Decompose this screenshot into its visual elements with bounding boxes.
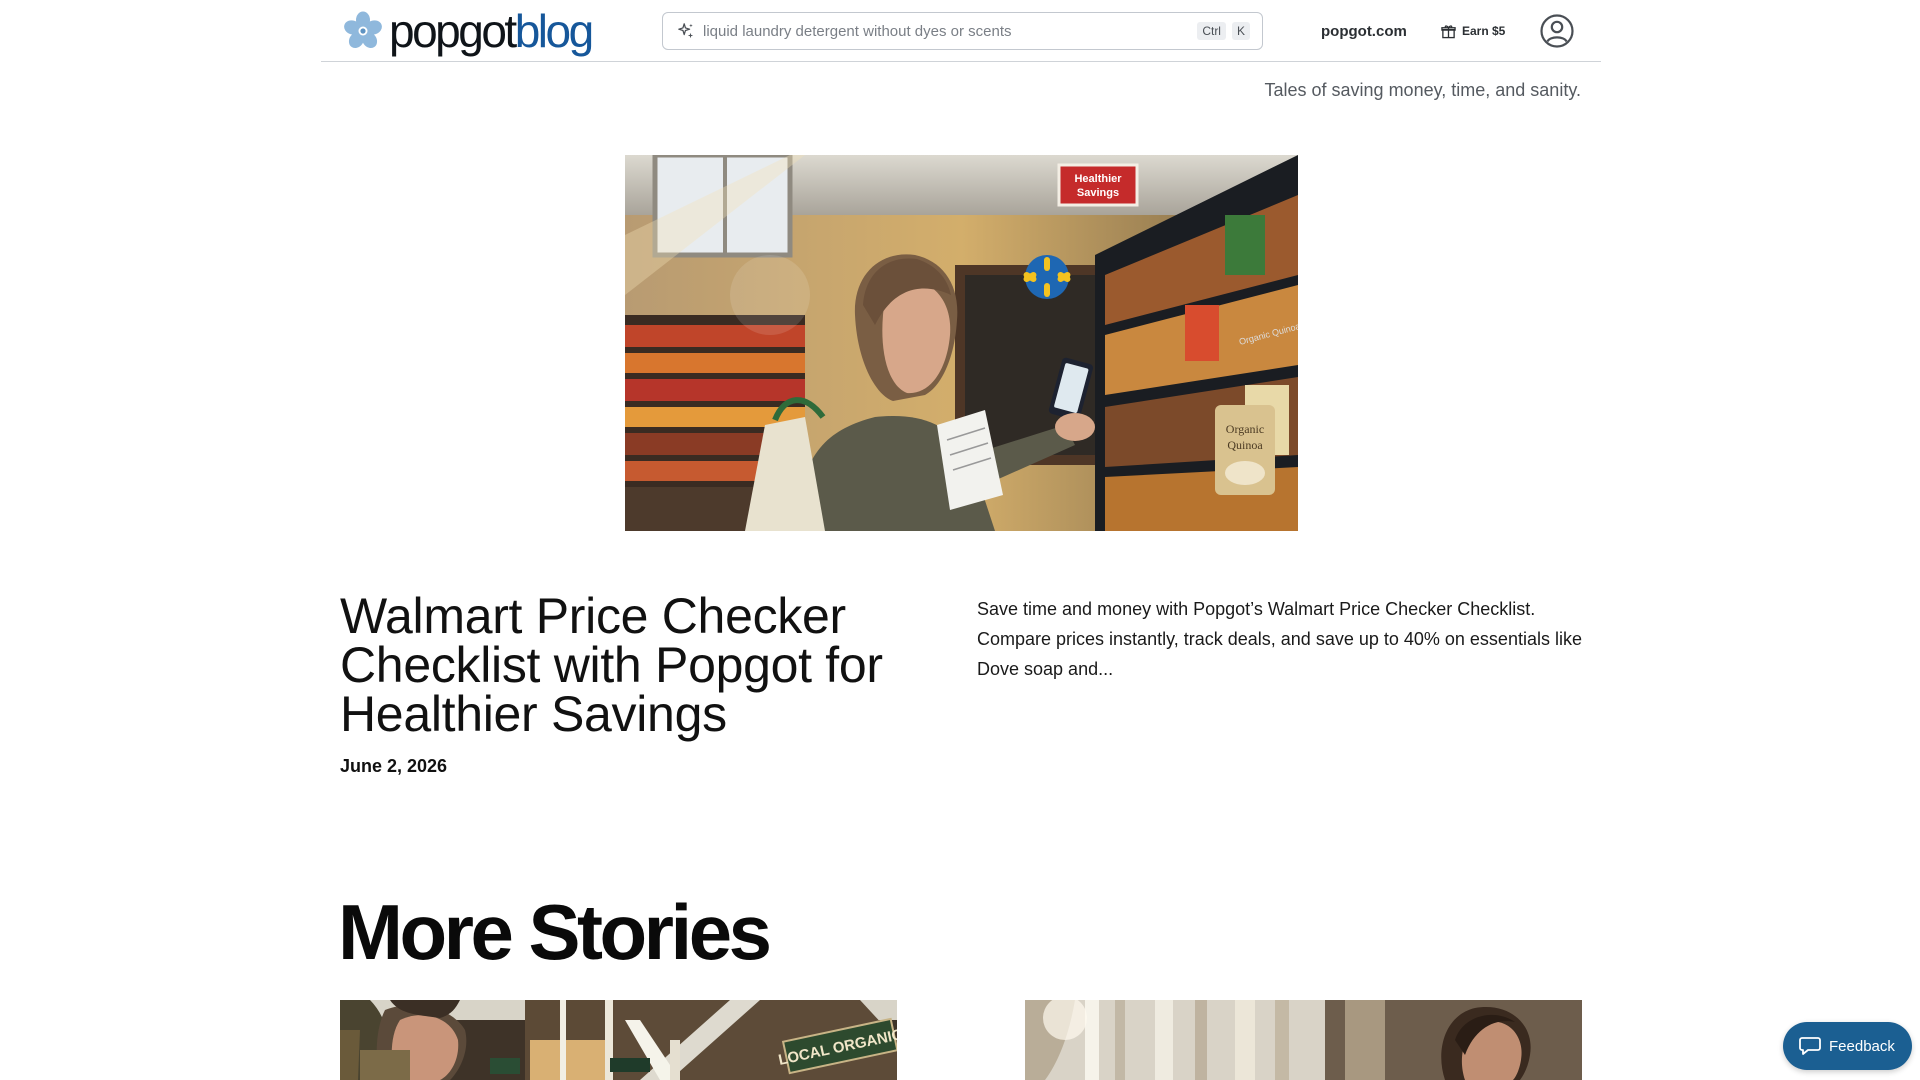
bag-label-1: Organic bbox=[1226, 422, 1264, 436]
site-header: popgotblog Ctrl K popgot.com Earn $5 bbox=[321, 0, 1601, 62]
sign-line-2: Savings bbox=[1077, 187, 1119, 199]
healthier-savings-sign: Healthier Savings bbox=[1057, 163, 1139, 207]
feedback-label: Feedback bbox=[1829, 1037, 1895, 1055]
grocery-shopper-illustration: Healthier Savings Organic Quinoa Organic… bbox=[625, 155, 1298, 531]
feedback-button[interactable]: Feedback bbox=[1783, 1022, 1912, 1070]
story-card-image[interactable] bbox=[1025, 1000, 1582, 1080]
flower-logo-icon bbox=[344, 11, 382, 49]
grocery-aisle-illustration: LOCAL ORGANIC bbox=[340, 1000, 897, 1080]
gift-icon bbox=[1441, 24, 1456, 38]
chat-bubble-icon bbox=[1799, 1037, 1821, 1055]
sign-line-1: Healthier bbox=[1074, 173, 1122, 185]
earn-referral-button[interactable]: Earn $5 bbox=[1441, 0, 1505, 62]
shortcut-ctrl-key: Ctrl bbox=[1197, 22, 1226, 40]
logo-text-blog: blog bbox=[514, 5, 594, 57]
organic-quinoa-bag: Organic Quinoa bbox=[1215, 405, 1275, 495]
featured-post-excerpt: Save time and money with Popgot’s Walmar… bbox=[977, 599, 1582, 679]
story-card-image[interactable]: LOCAL ORGANIC bbox=[340, 1000, 897, 1080]
search-input[interactable] bbox=[703, 22, 1192, 40]
shortcut-k-key: K bbox=[1231, 22, 1250, 40]
logo-text-popgot: popgot bbox=[389, 5, 517, 57]
blog-logo[interactable]: popgotblog bbox=[343, 8, 594, 54]
sparkle-search-icon bbox=[678, 23, 694, 39]
featured-post-date: June 2, 2026 bbox=[340, 756, 448, 776]
popgot-site-link[interactable]: popgot.com bbox=[1321, 0, 1407, 62]
earn-label: Earn $5 bbox=[1462, 24, 1506, 38]
home-window-illustration bbox=[1025, 1000, 1582, 1080]
search-bar[interactable]: Ctrl K bbox=[662, 12, 1263, 50]
account-avatar-icon[interactable] bbox=[1539, 13, 1575, 49]
logo-wordmark: popgotblog bbox=[389, 8, 594, 54]
featured-post-title[interactable]: Walmart Price Checker Checklist with Pop… bbox=[340, 591, 960, 739]
more-stories-heading: More Stories bbox=[338, 888, 772, 976]
bag-label-2: Quinoa bbox=[1227, 438, 1263, 452]
blog-tagline: Tales of saving money, time, and sanity. bbox=[1264, 80, 1582, 100]
featured-post-image[interactable]: Healthier Savings Organic Quinoa Organic… bbox=[625, 155, 1298, 531]
